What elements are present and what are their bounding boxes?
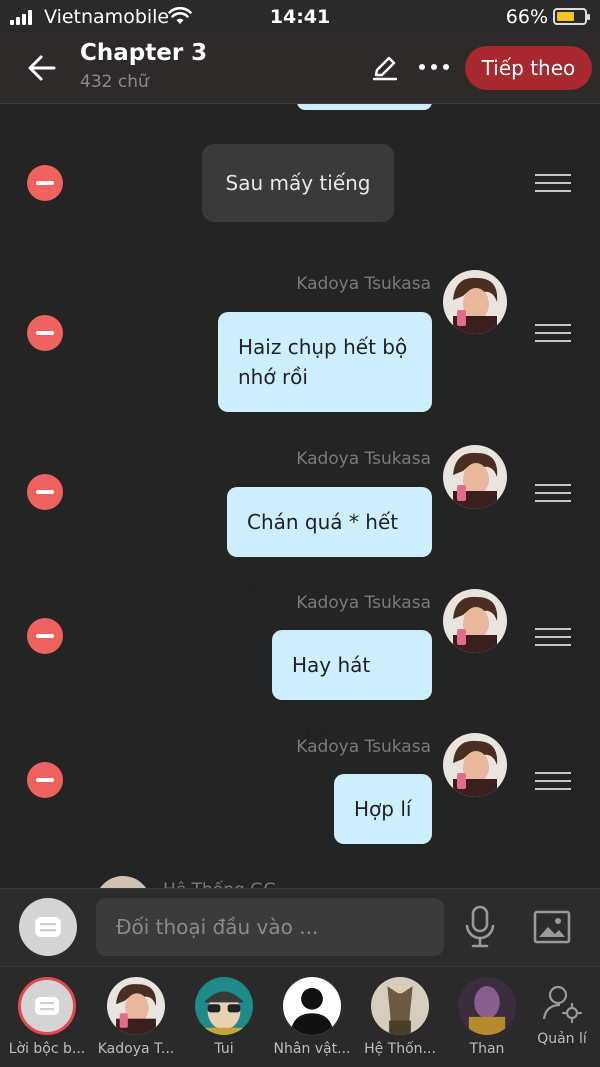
message-square-icon [35,917,61,937]
battery-percent: 66% [505,6,548,28]
character-he-thong[interactable]: Hệ Thốn... [355,977,445,1057]
character-nhan-vat[interactable]: Nhân vật... [267,977,357,1057]
message-text-line: nhớ rồi [238,365,308,389]
avatar [195,977,253,1035]
message-bubble-partial [297,104,432,110]
sender-name: Kadoya Tsukasa [296,274,431,294]
message-input-bar [0,888,600,966]
image-icon[interactable] [532,907,572,947]
narration-toggle-button[interactable] [19,898,77,956]
user-settings-icon [542,985,583,1024]
more-horizontal-icon[interactable] [414,52,454,82]
avatar [283,977,341,1035]
remove-message-button[interactable] [27,618,63,654]
pencil-icon[interactable] [370,52,400,82]
character-narrator[interactable]: Lời bộc b... [2,977,92,1057]
character-tui[interactable]: Tui [179,977,269,1057]
remove-message-button[interactable] [27,315,63,351]
character-label: Tui [214,1041,234,1057]
avatar[interactable] [95,876,151,888]
narrator-avatar [18,977,76,1035]
message-bubble[interactable]: Hay hát nhể [272,630,432,747]
avatar [458,977,516,1035]
message-bubble[interactable]: Haiz chụp hết bộ nhớ rồi [218,312,432,412]
avatar[interactable] [443,733,507,797]
remove-message-button[interactable] [27,165,63,201]
message-bubble[interactable]: Chán quá * hết * [227,487,432,604]
character-label: Kadoya T... [97,1041,175,1057]
word-count: 432 chữ [80,72,149,92]
status-bar: Vietnamobile 14:41 66% [0,0,600,34]
character-label: Nhân vật... [273,1041,351,1057]
drag-handle-icon[interactable] [535,324,571,342]
chapter-title: Chapter 3 [80,40,208,66]
microphone-icon[interactable] [460,905,500,949]
avatar [107,977,165,1035]
character-label: Than [469,1041,505,1057]
drag-handle-icon[interactable] [535,484,571,502]
remove-message-button[interactable] [27,474,63,510]
sender-name: Kadoya Tsukasa [296,737,431,757]
message-square-icon [35,997,59,1015]
avatar [371,977,429,1035]
arrow-left-icon[interactable] [24,50,60,86]
character-than[interactable]: Than [442,977,532,1057]
message-bubble[interactable]: Hợp lí [334,774,432,844]
avatar[interactable] [443,445,507,509]
drag-handle-icon[interactable] [535,772,571,790]
remove-message-button[interactable] [27,762,63,798]
sender-name: Hệ Thống GG [163,880,277,888]
character-bar: Lời bộc b... Kadoya T... Tui Nhân vật...… [0,966,600,1067]
character-label: Lời bộc b... [8,1041,86,1057]
sender-name: Kadoya Tsukasa [296,449,431,469]
drag-handle-icon[interactable] [535,174,571,192]
battery-icon [553,8,590,25]
chat-list[interactable]: Sau mấy tiếng Kadoya Tsukasa Haiz chụp h… [0,104,600,888]
avatar[interactable] [443,589,507,653]
manage-characters-button[interactable]: Quản lí [532,981,592,1047]
narration-bubble: Sau mấy tiếng [202,144,394,222]
chapter-header: Chapter 3 432 chữ Tiếp theo [0,34,600,104]
dialogue-input[interactable] [96,898,444,956]
sender-name: Kadoya Tsukasa [296,593,431,613]
avatar[interactable] [443,270,507,334]
manage-label: Quản lí [537,1031,587,1047]
character-kadoya[interactable]: Kadoya T... [91,977,181,1057]
message-text-line: Haiz chụp hết bộ [238,335,408,359]
character-label: Hệ Thốn... [364,1041,436,1057]
next-button[interactable]: Tiếp theo [465,46,592,90]
drag-handle-icon[interactable] [535,628,571,646]
